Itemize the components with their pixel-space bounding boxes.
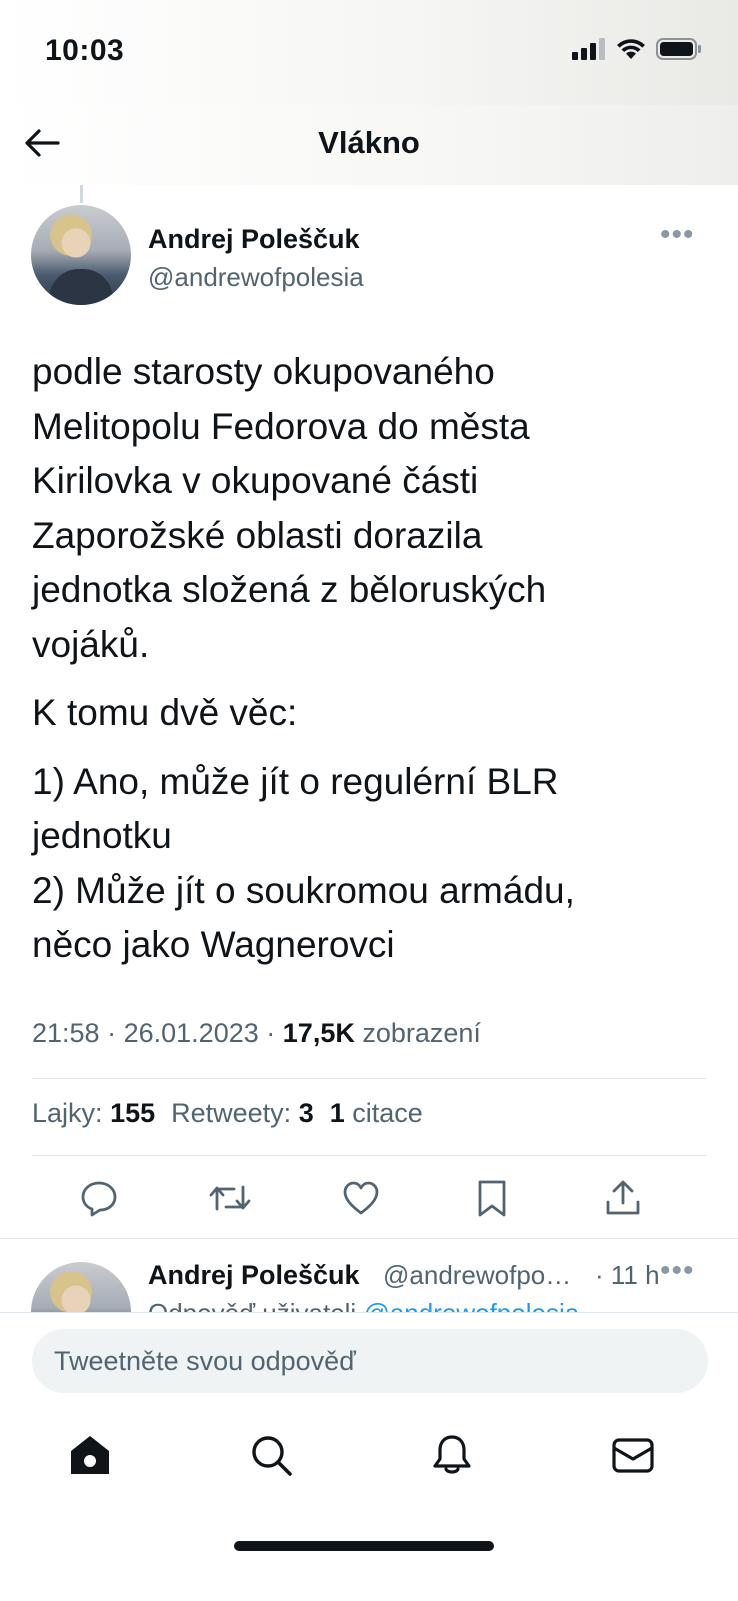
divider <box>32 1078 706 1079</box>
tab-bar <box>0 1425 738 1485</box>
search-icon <box>252 1436 292 1476</box>
tweet-paragraph: K tomu dvě věc: <box>32 692 298 733</box>
bookmark-button[interactable] <box>470 1176 514 1220</box>
battery-icon <box>656 38 701 60</box>
quotes-label: citace <box>352 1098 423 1128</box>
tweet-time: 21:58 <box>32 1018 100 1048</box>
share-button[interactable] <box>601 1176 645 1220</box>
tweet-paragraph: 1) Ano, může jít o regulérní BLR jednotk… <box>32 760 575 966</box>
reply-input[interactable] <box>32 1329 708 1393</box>
author-handle[interactable]: @andrewofpolesia <box>148 262 364 293</box>
meta-separator: · <box>266 1018 276 1048</box>
tab-notifications[interactable] <box>428 1431 476 1479</box>
reply-context-link[interactable]: @andrewofpolesia <box>363 1298 579 1312</box>
quotes-count: 1 <box>329 1098 345 1128</box>
likes-count: 155 <box>110 1098 156 1128</box>
home-icon <box>71 1436 109 1474</box>
share-icon <box>606 1180 640 1215</box>
reply-author-handle[interactable]: @andrewofpo… <box>383 1260 571 1291</box>
author-avatar[interactable] <box>31 205 131 305</box>
retweet-icon <box>209 1185 251 1211</box>
retweets-label: Retweety: <box>171 1098 292 1128</box>
reply-tweet[interactable]: Andrej Poleščuk @andrewofpo… · 11 h ••• … <box>0 1242 738 1312</box>
wifi-icon <box>617 39 645 59</box>
tweet-text: podle starosty okupovaného Melitopolu Fe… <box>32 345 712 987</box>
retweets-stat[interactable]: Retweety: 3 <box>171 1098 314 1129</box>
reply-author-avatar[interactable] <box>31 1262 131 1312</box>
messages-icon <box>612 1438 654 1473</box>
tweet-actions <box>0 1170 738 1230</box>
page-title: Vlákno <box>318 125 420 160</box>
reply-context: Odpověď uživateli @andrewofpolesia <box>148 1298 579 1312</box>
quotes-stat[interactable]: 1 citace <box>330 1098 423 1129</box>
reply-author-name[interactable]: Andrej Poleščuk <box>148 1260 360 1291</box>
views-count: 17,5K <box>282 1018 355 1048</box>
retweets-count: 3 <box>298 1098 314 1128</box>
reply-context-prefix: Odpověď uživateli <box>148 1298 356 1312</box>
tweet-meta: 21:58 · 26.01.2023 · 17,5K zobrazení <box>32 1018 481 1049</box>
retweet-button[interactable] <box>208 1176 252 1220</box>
navigation-bar: Vlákno <box>0 105 738 185</box>
divider <box>32 1155 706 1156</box>
likes-label: Lajky: <box>32 1098 103 1128</box>
notifications-icon <box>433 1435 471 1474</box>
reply-time: · 11 h <box>595 1260 660 1290</box>
home-indicator[interactable] <box>234 1541 494 1551</box>
views-label: zobrazení <box>362 1018 481 1048</box>
more-options-icon[interactable]: ••• <box>660 218 695 252</box>
status-icons <box>572 38 702 60</box>
signal-icon <box>572 38 605 60</box>
tab-home[interactable] <box>66 1431 114 1479</box>
thread-connector-line <box>80 185 83 203</box>
status-time: 10:03 <box>45 34 125 67</box>
like-icon <box>343 1181 379 1215</box>
tweet-stats: Lajky: 155 Retweety: 3 1 citace <box>32 1098 423 1129</box>
likes-stat[interactable]: Lajky: 155 <box>32 1098 155 1129</box>
meta-separator: · <box>107 1018 117 1048</box>
tab-messages[interactable] <box>609 1431 657 1479</box>
bookmark-icon <box>478 1180 506 1217</box>
reply-icon <box>81 1181 117 1217</box>
like-button[interactable] <box>339 1176 383 1220</box>
reply-more-options-icon[interactable]: ••• <box>660 1254 695 1288</box>
tweet-date: 26.01.2023 <box>123 1018 259 1048</box>
author-name[interactable]: Andrej Poleščuk <box>148 224 360 255</box>
reply-button[interactable] <box>77 1176 121 1220</box>
tab-search[interactable] <box>247 1431 295 1479</box>
divider <box>0 1238 738 1239</box>
status-bar: 10:03 <box>0 0 738 105</box>
tweet-paragraph: podle starosty okupovaného Melitopolu Fe… <box>32 351 547 665</box>
bottom-area <box>0 1312 738 1601</box>
